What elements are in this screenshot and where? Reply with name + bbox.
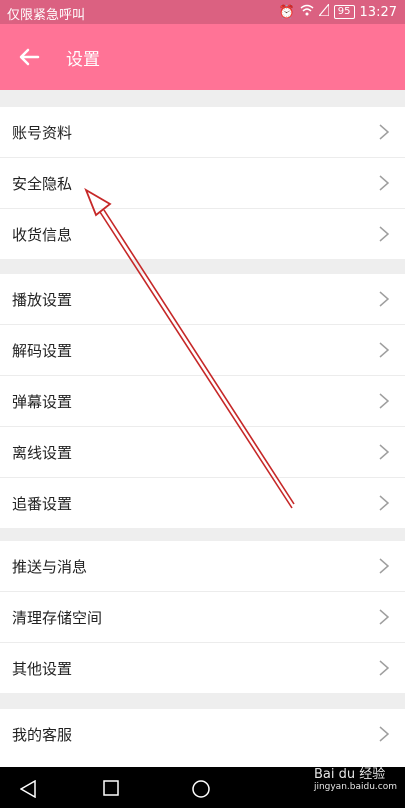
clock: 13:27 [359, 4, 397, 20]
page-title: 设置 [66, 50, 100, 70]
back-arrow-icon[interactable] [16, 43, 44, 71]
setting-item-account-profile[interactable]: 账号资料 [0, 107, 405, 158]
battery-icon: 95 [333, 5, 355, 19]
chevron-right-icon [379, 393, 389, 409]
chevron-right-icon [379, 660, 389, 676]
chevron-right-icon [379, 495, 389, 511]
recent-apps-icon[interactable] [103, 780, 119, 800]
chevron-right-icon [379, 726, 389, 742]
setting-item-other[interactable]: 其他设置 [0, 643, 405, 693]
settings-group-system: 推送与消息 清理存储空间 其他设置 [0, 541, 405, 693]
setting-item-customer-service[interactable]: 我的客服 [0, 709, 405, 759]
status-text: 仅限紧急呼叫 [7, 8, 86, 23]
setting-item-label: 弹幕设置 [12, 393, 73, 411]
status-bar: 仅限紧急呼叫 ⏰ 95 13:27 [0, 0, 405, 24]
setting-item-decoding[interactable]: 解码设置 [0, 325, 405, 376]
watermark-url: jingyan.baidu.com [313, 782, 397, 792]
setting-item-playback[interactable]: 播放设置 [0, 274, 405, 325]
back-triangle-icon[interactable] [19, 779, 36, 802]
chevron-right-icon [379, 175, 389, 191]
app-bar: 设置 [0, 24, 405, 90]
status-right: ⏰ 95 13:27 [278, 2, 397, 20]
setting-item-danmaku[interactable]: 弹幕设置 [0, 376, 405, 427]
setting-item-label: 推送与消息 [12, 558, 88, 576]
setting-item-push-messages[interactable]: 推送与消息 [0, 541, 405, 592]
alarm-icon: ⏰ [278, 4, 295, 20]
setting-item-label: 我的客服 [12, 726, 73, 744]
setting-item-label: 追番设置 [12, 495, 73, 513]
wifi-icon [300, 4, 314, 20]
home-circle-icon[interactable] [192, 780, 210, 802]
setting-item-clear-storage[interactable]: 清理存储空间 [0, 592, 405, 643]
chevron-right-icon [379, 291, 389, 307]
setting-item-label: 解码设置 [12, 342, 73, 360]
chevron-right-icon [379, 124, 389, 140]
baidu-watermark: Bai du 经验 jingyan.baidu.com [314, 763, 397, 792]
setting-item-label: 清理存储空间 [12, 609, 103, 627]
setting-item-label: 账号资料 [12, 124, 73, 142]
setting-item-label: 其他设置 [12, 660, 73, 678]
signal-icon [317, 2, 330, 20]
settings-group-service: 我的客服 [0, 709, 405, 767]
setting-item-shipping-info[interactable]: 收货信息 [0, 209, 405, 259]
setting-item-label: 播放设置 [12, 291, 73, 309]
chevron-right-icon [379, 609, 389, 625]
setting-item-label: 安全隐私 [12, 175, 73, 193]
setting-item-offline[interactable]: 离线设置 [0, 427, 405, 478]
chevron-right-icon [379, 342, 389, 358]
chevron-right-icon [379, 558, 389, 574]
settings-group-playback: 播放设置 解码设置 弹幕设置 离线设置 追番设置 [0, 274, 405, 528]
setting-item-follow-anime[interactable]: 追番设置 [0, 478, 405, 528]
setting-item-security-privacy[interactable]: 安全隐私 [0, 158, 405, 209]
chevron-right-icon [379, 444, 389, 460]
setting-item-label: 离线设置 [12, 444, 73, 462]
settings-group-account: 账号资料 安全隐私 收货信息 [0, 107, 405, 259]
setting-item-label: 收货信息 [12, 226, 73, 244]
chevron-right-icon [379, 226, 389, 242]
watermark-brand: Bai du 经验 [313, 767, 386, 782]
